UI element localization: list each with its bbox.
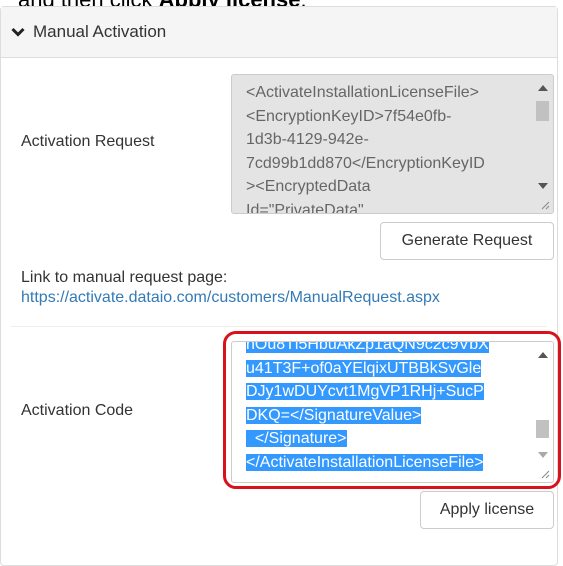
request-scrollbar[interactable] <box>534 77 551 195</box>
scroll-up-icon[interactable] <box>538 85 548 91</box>
scroll-down-icon[interactable] <box>538 452 548 458</box>
resize-grip-icon[interactable] <box>540 200 550 210</box>
activation-code-textarea[interactable]: nOu8Tl5HbuAkZp1aQN9c2c9VbX u41T3F+of0aYE… <box>231 341 554 483</box>
manual-activation-panel: Manual Activation Activation Request <Ac… <box>0 6 558 566</box>
manual-activation-header[interactable]: Manual Activation <box>1 7 557 58</box>
activation-code-text: nOu8Tl5HbuAkZp1aQN9c2c9VbX u41T3F+of0aYE… <box>246 342 523 474</box>
activation-code-label: Activation Code <box>21 402 134 419</box>
panel-title: Manual Activation <box>33 22 167 41</box>
section-divider <box>11 326 547 327</box>
manual-link-label: Link to manual request page: <box>21 269 228 286</box>
generate-request-button[interactable]: Generate Request <box>380 222 554 260</box>
resize-grip-icon[interactable] <box>540 469 550 479</box>
activation-request-textarea[interactable]: <ActivateInstallationLicenseFile> <Encry… <box>231 74 554 214</box>
code-scrollbar[interactable] <box>534 344 551 464</box>
activation-request-label: Activation Request <box>21 133 155 150</box>
scroll-down-icon[interactable] <box>538 183 548 189</box>
scroll-up-icon[interactable] <box>538 352 548 358</box>
manual-request-link[interactable]: https://activate.dataio.com/customers/Ma… <box>21 289 440 307</box>
scroll-thumb[interactable] <box>536 420 549 438</box>
chevron-down-icon <box>11 27 25 37</box>
apply-license-button[interactable]: Apply license <box>420 491 554 529</box>
scroll-thumb[interactable] <box>536 101 549 121</box>
activation-request-text: <ActivateInstallationLicenseFile> <Encry… <box>246 84 485 214</box>
